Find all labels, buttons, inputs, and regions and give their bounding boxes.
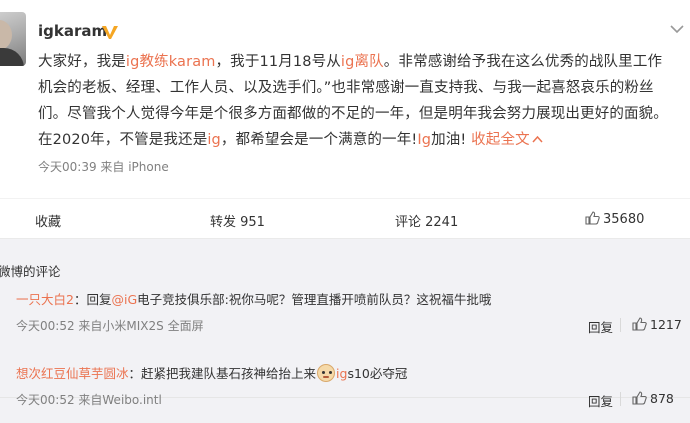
like-count: 35680	[603, 212, 645, 227]
comment-username[interactable]: 一只大白2	[16, 292, 74, 307]
cat-emoji-icon	[317, 364, 336, 382]
body-seg: 加油!	[431, 132, 472, 148]
comment-text: 电子竞技俱乐部:祝你马呢？管理直播开喷前队员？这祝福牛批哦	[137, 292, 492, 307]
thumbs-up-icon	[632, 317, 647, 331]
comment-mention-link[interactable]: ig	[336, 366, 347, 381]
post-username[interactable]: igkaram	[38, 22, 107, 40]
comment-username[interactable]: 想次红豆仙草芋圆冰	[16, 366, 129, 381]
comment-like-button[interactable]: 1217	[632, 317, 682, 332]
reply-button[interactable]: 回复	[588, 391, 613, 410]
body-seg-link[interactable]: ig	[207, 132, 221, 148]
divider	[620, 318, 621, 332]
comment-text-line: 一只大白2：回复@iG电子竞技俱乐部:祝你马呢？管理直播开喷前队员？这祝福牛批哦	[16, 289, 491, 308]
thumbs-up-icon	[632, 391, 647, 405]
user-avatar[interactable]	[0, 12, 26, 66]
divider	[620, 392, 621, 406]
comment-like-button[interactable]: 878	[632, 391, 674, 406]
body-seg: ，我于11月18号从	[215, 54, 341, 70]
body-seg-link[interactable]: ig	[341, 54, 355, 70]
comment-item: 想次红豆仙草芋圆冰：赶紧把我建队基石孩神给抬上来 igs10必夺冠 今天00:52…	[0, 361, 690, 421]
collapse-text-link[interactable]: 收起全文	[471, 132, 543, 148]
comment-meta: 今天00:52 来自Weibo.intl	[16, 393, 162, 407]
comment-meta: 今天00:52 来自小米MIX2S 全面屏	[16, 319, 204, 333]
thumbs-up-icon	[585, 211, 600, 225]
body-seg-link[interactable]: 教练karam	[139, 54, 215, 70]
body-seg-link[interactable]: ig	[126, 54, 140, 70]
comment-mention-link[interactable]: @iG	[111, 292, 137, 307]
forward-button[interactable]: 转发 951	[210, 211, 265, 230]
body-seg: 大家好，我是	[38, 54, 126, 70]
comment-text: s10必夺冠	[347, 366, 408, 381]
reply-button[interactable]: 回复	[588, 317, 613, 336]
comments-title: 微博的评论	[0, 264, 61, 279]
comment-text-line: 想次红豆仙草芋圆冰：赶紧把我建队基石孩神给抬上来 igs10必夺冠	[16, 363, 407, 382]
verified-badge-icon	[102, 26, 118, 39]
comment-button[interactable]: 评论 2241	[395, 211, 458, 230]
favorite-button[interactable]: 收藏	[35, 211, 61, 230]
post-action-bar: 收藏 转发 951 评论 2241 35680	[0, 198, 690, 239]
comment-like-count: 878	[650, 391, 674, 406]
comment-text: ：回复	[73, 292, 112, 307]
body-seg-link[interactable]: 离队	[354, 54, 383, 70]
like-button[interactable]: 35680	[585, 211, 644, 227]
collapse-label: 收起全文	[471, 132, 530, 148]
chevron-down-icon[interactable]	[670, 24, 684, 34]
weibo-post: igkaram 大家好，我是ig教练karam，我于11月18号从ig离队。非常…	[0, 0, 690, 198]
comment-text: ：赶紧把我建队基石孩神给抬上来	[128, 366, 317, 381]
body-seg-link[interactable]: Ig	[417, 132, 431, 148]
post-body: 大家好，我是ig教练karam，我于11月18号从ig离队。非常感谢给予我在这么…	[38, 49, 674, 153]
comment-item: 一只大白2：回复@iG电子竞技俱乐部:祝你马呢？管理直播开喷前队员？这祝福牛批哦…	[0, 287, 690, 398]
comments-section: 微博的评论 一只大白2：回复@iG电子竞技俱乐部:祝你马呢？管理直播开喷前队员？…	[0, 239, 690, 423]
body-seg: ，都希望会是一个满意的一年!	[220, 132, 418, 148]
comment-like-count: 1217	[650, 317, 682, 332]
post-meta: 今天00:39 来自 iPhone	[38, 160, 169, 174]
chevron-up-icon	[532, 135, 543, 143]
